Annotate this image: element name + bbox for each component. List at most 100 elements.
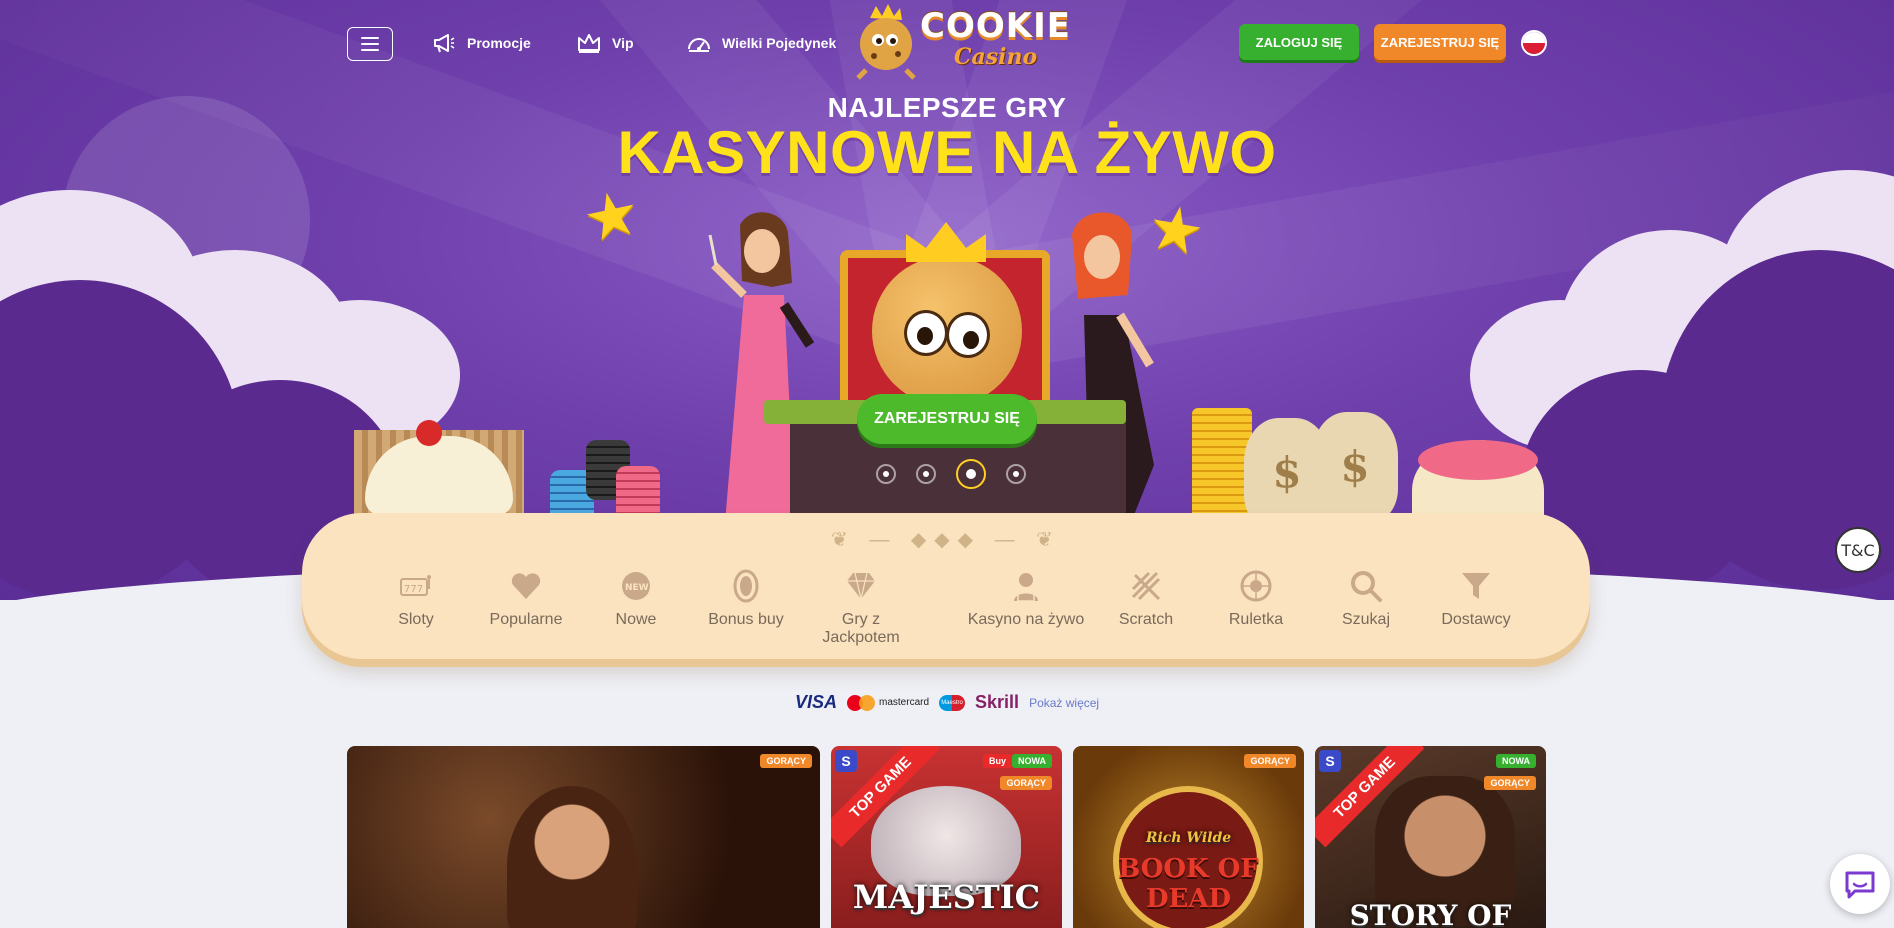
game-card-story-of[interactable]: TOP GAME S NOWA GORĄCY STORY OF bbox=[1315, 746, 1546, 928]
nav-label: Wielki Pojedynek bbox=[722, 35, 837, 51]
hamburger-icon-bar bbox=[361, 37, 379, 39]
diamond-icon bbox=[844, 569, 878, 603]
terms-button[interactable]: T&C bbox=[1835, 527, 1881, 573]
pudding-sauce bbox=[1418, 440, 1538, 480]
chat-button[interactable] bbox=[1830, 854, 1890, 914]
category-label: Kasyno na żywo bbox=[967, 611, 1085, 628]
hamburger-icon-bar bbox=[361, 43, 379, 45]
money-bag: $ bbox=[1312, 412, 1398, 522]
skrill-logo: Skrill bbox=[975, 692, 1020, 712]
roulette-icon bbox=[1239, 569, 1273, 603]
hot-badge: GORĄCY bbox=[1000, 776, 1052, 790]
slider-dot-active[interactable] bbox=[956, 459, 986, 489]
mascot-pupil bbox=[917, 327, 933, 345]
game-title: BOOK OF DEAD bbox=[1118, 854, 1259, 914]
category-popularne[interactable]: Popularne bbox=[471, 569, 581, 629]
category-ruletka[interactable]: Ruletka bbox=[1201, 569, 1311, 629]
game-title: MAJESTIC bbox=[852, 878, 1041, 916]
visa-logo: VISA bbox=[795, 692, 838, 712]
flag-red-stripe bbox=[1523, 43, 1545, 54]
category-sloty[interactable]: 777 Sloty bbox=[361, 569, 471, 629]
mastercard-logo: mastercard bbox=[847, 694, 930, 711]
cookie-casino-logo[interactable]: COOKIE Casino bbox=[846, 4, 1070, 82]
provider-logo: S bbox=[835, 750, 857, 772]
crown-icon bbox=[576, 31, 602, 55]
search-icon bbox=[1349, 569, 1383, 603]
game-title: STORY OF bbox=[1349, 899, 1512, 928]
nav-vip[interactable]: Vip bbox=[576, 31, 634, 55]
category-label: Nowe bbox=[615, 611, 657, 628]
coin-stack bbox=[1192, 408, 1252, 518]
slider-dots bbox=[876, 459, 1026, 489]
new-badge: NOWA bbox=[1496, 754, 1536, 768]
category-szukaj[interactable]: Szukaj bbox=[1311, 569, 1421, 629]
slider-dot-fill bbox=[923, 471, 929, 477]
logo-subtext: Casino bbox=[954, 44, 1038, 70]
category-label: Bonus buy bbox=[708, 611, 784, 628]
category-bonus-buy[interactable]: Bonus buy bbox=[691, 569, 801, 629]
game-card-live-dealer[interactable]: GORĄCY bbox=[347, 746, 820, 928]
coin-icon bbox=[729, 569, 763, 603]
hot-badge: GORĄCY bbox=[760, 754, 812, 768]
category-label: Popularne bbox=[489, 611, 563, 628]
game-card-book-of-dead[interactable]: GORĄCY Rich Wilde BOOK OF DEAD bbox=[1073, 746, 1304, 928]
cookie-mascot-icon bbox=[856, 4, 916, 80]
show-more-link[interactable]: Pokaż więcej bbox=[1029, 696, 1099, 710]
hero-headline-big: KASYNOWE NA ŻYWO bbox=[617, 119, 1277, 186]
category-scratch[interactable]: Scratch bbox=[1091, 569, 1201, 629]
category-kasyno-na-zywo[interactable]: Kasyno na żywo bbox=[961, 569, 1091, 629]
category-label: Dostawcy bbox=[1441, 611, 1511, 628]
nav-label: Promocje bbox=[467, 35, 531, 51]
dealer-thumbnail bbox=[507, 786, 637, 928]
nav-wielki-pojedynek[interactable]: Wielki Pojedynek bbox=[686, 31, 836, 55]
hero-register-button[interactable]: ZAREJESTRUJ SIĘ bbox=[857, 394, 1037, 444]
category-label: Gry z Jackpotem bbox=[822, 611, 900, 646]
game-subtitle: Rich Wilde bbox=[1145, 830, 1232, 846]
flag-white-stripe bbox=[1523, 32, 1545, 43]
menu-button[interactable] bbox=[347, 27, 393, 61]
hot-badge: GORĄCY bbox=[1244, 754, 1296, 768]
page: Promocje Vip Wielki Pojedynek COOKIE Cas… bbox=[0, 0, 1894, 928]
slider-dot[interactable] bbox=[916, 464, 936, 484]
scratch-icon bbox=[1129, 569, 1163, 603]
bonus-buy-badge: Buy bbox=[982, 754, 1012, 768]
hot-badge: GORĄCY bbox=[1484, 776, 1536, 790]
cookie-mascot bbox=[872, 256, 1022, 406]
logo-text: COOKIE bbox=[920, 6, 1071, 46]
slider-dot-fill bbox=[1013, 471, 1019, 477]
category-nowe[interactable]: NEW Nowe bbox=[581, 569, 691, 629]
nav-promocje[interactable]: Promocje bbox=[431, 31, 531, 55]
ornament-divider: ❦ — ◆◆◆ — ❦ bbox=[831, 529, 1061, 551]
dealer-icon bbox=[1009, 569, 1043, 603]
mascot-pupil bbox=[963, 331, 979, 349]
slider-dot[interactable] bbox=[1006, 464, 1026, 484]
game-card-majestic[interactable]: TOP GAME S Buy NOWA GORĄCY MAJESTIC bbox=[831, 746, 1062, 928]
speedometer-icon bbox=[686, 31, 712, 55]
maestro-logo: Maestro bbox=[939, 694, 966, 711]
nav-label: Vip bbox=[612, 35, 634, 51]
megaphone-icon bbox=[431, 31, 457, 55]
chat-bubble-icon bbox=[1845, 871, 1875, 899]
svg-text:NEW: NEW bbox=[625, 583, 649, 593]
category-label: Sloty bbox=[398, 611, 434, 628]
hamburger-icon-bar bbox=[361, 49, 379, 51]
slider-dot[interactable] bbox=[876, 464, 896, 484]
category-label: Scratch bbox=[1118, 611, 1174, 628]
funnel-icon bbox=[1459, 569, 1493, 603]
category-label: Ruletka bbox=[1228, 611, 1284, 628]
mastercard-text: mastercard bbox=[879, 697, 930, 708]
slot-machine-icon: 777 bbox=[399, 569, 433, 603]
svg-text:777: 777 bbox=[404, 584, 423, 595]
category-gry-z-jackpotem[interactable]: Gry z Jackpotem bbox=[801, 569, 921, 647]
register-button[interactable]: ZAREJESTRUJ SIĘ bbox=[1374, 24, 1506, 60]
slider-dot-fill bbox=[966, 469, 976, 479]
dollar-icon: $ bbox=[1340, 442, 1370, 491]
cherry-decoration bbox=[416, 420, 442, 446]
poland-flag-icon[interactable] bbox=[1521, 30, 1547, 56]
new-badge-icon: NEW bbox=[619, 569, 653, 603]
mascot-eye bbox=[904, 310, 948, 356]
mastercard-circle-orange bbox=[859, 694, 876, 711]
category-bar: ❦ — ◆◆◆ — ❦ 777 Sloty Popularne NEW Nowe… bbox=[302, 513, 1590, 659]
login-button[interactable]: ZALOGUJ SIĘ bbox=[1239, 24, 1359, 60]
category-dostawcy[interactable]: Dostawcy bbox=[1421, 569, 1531, 629]
